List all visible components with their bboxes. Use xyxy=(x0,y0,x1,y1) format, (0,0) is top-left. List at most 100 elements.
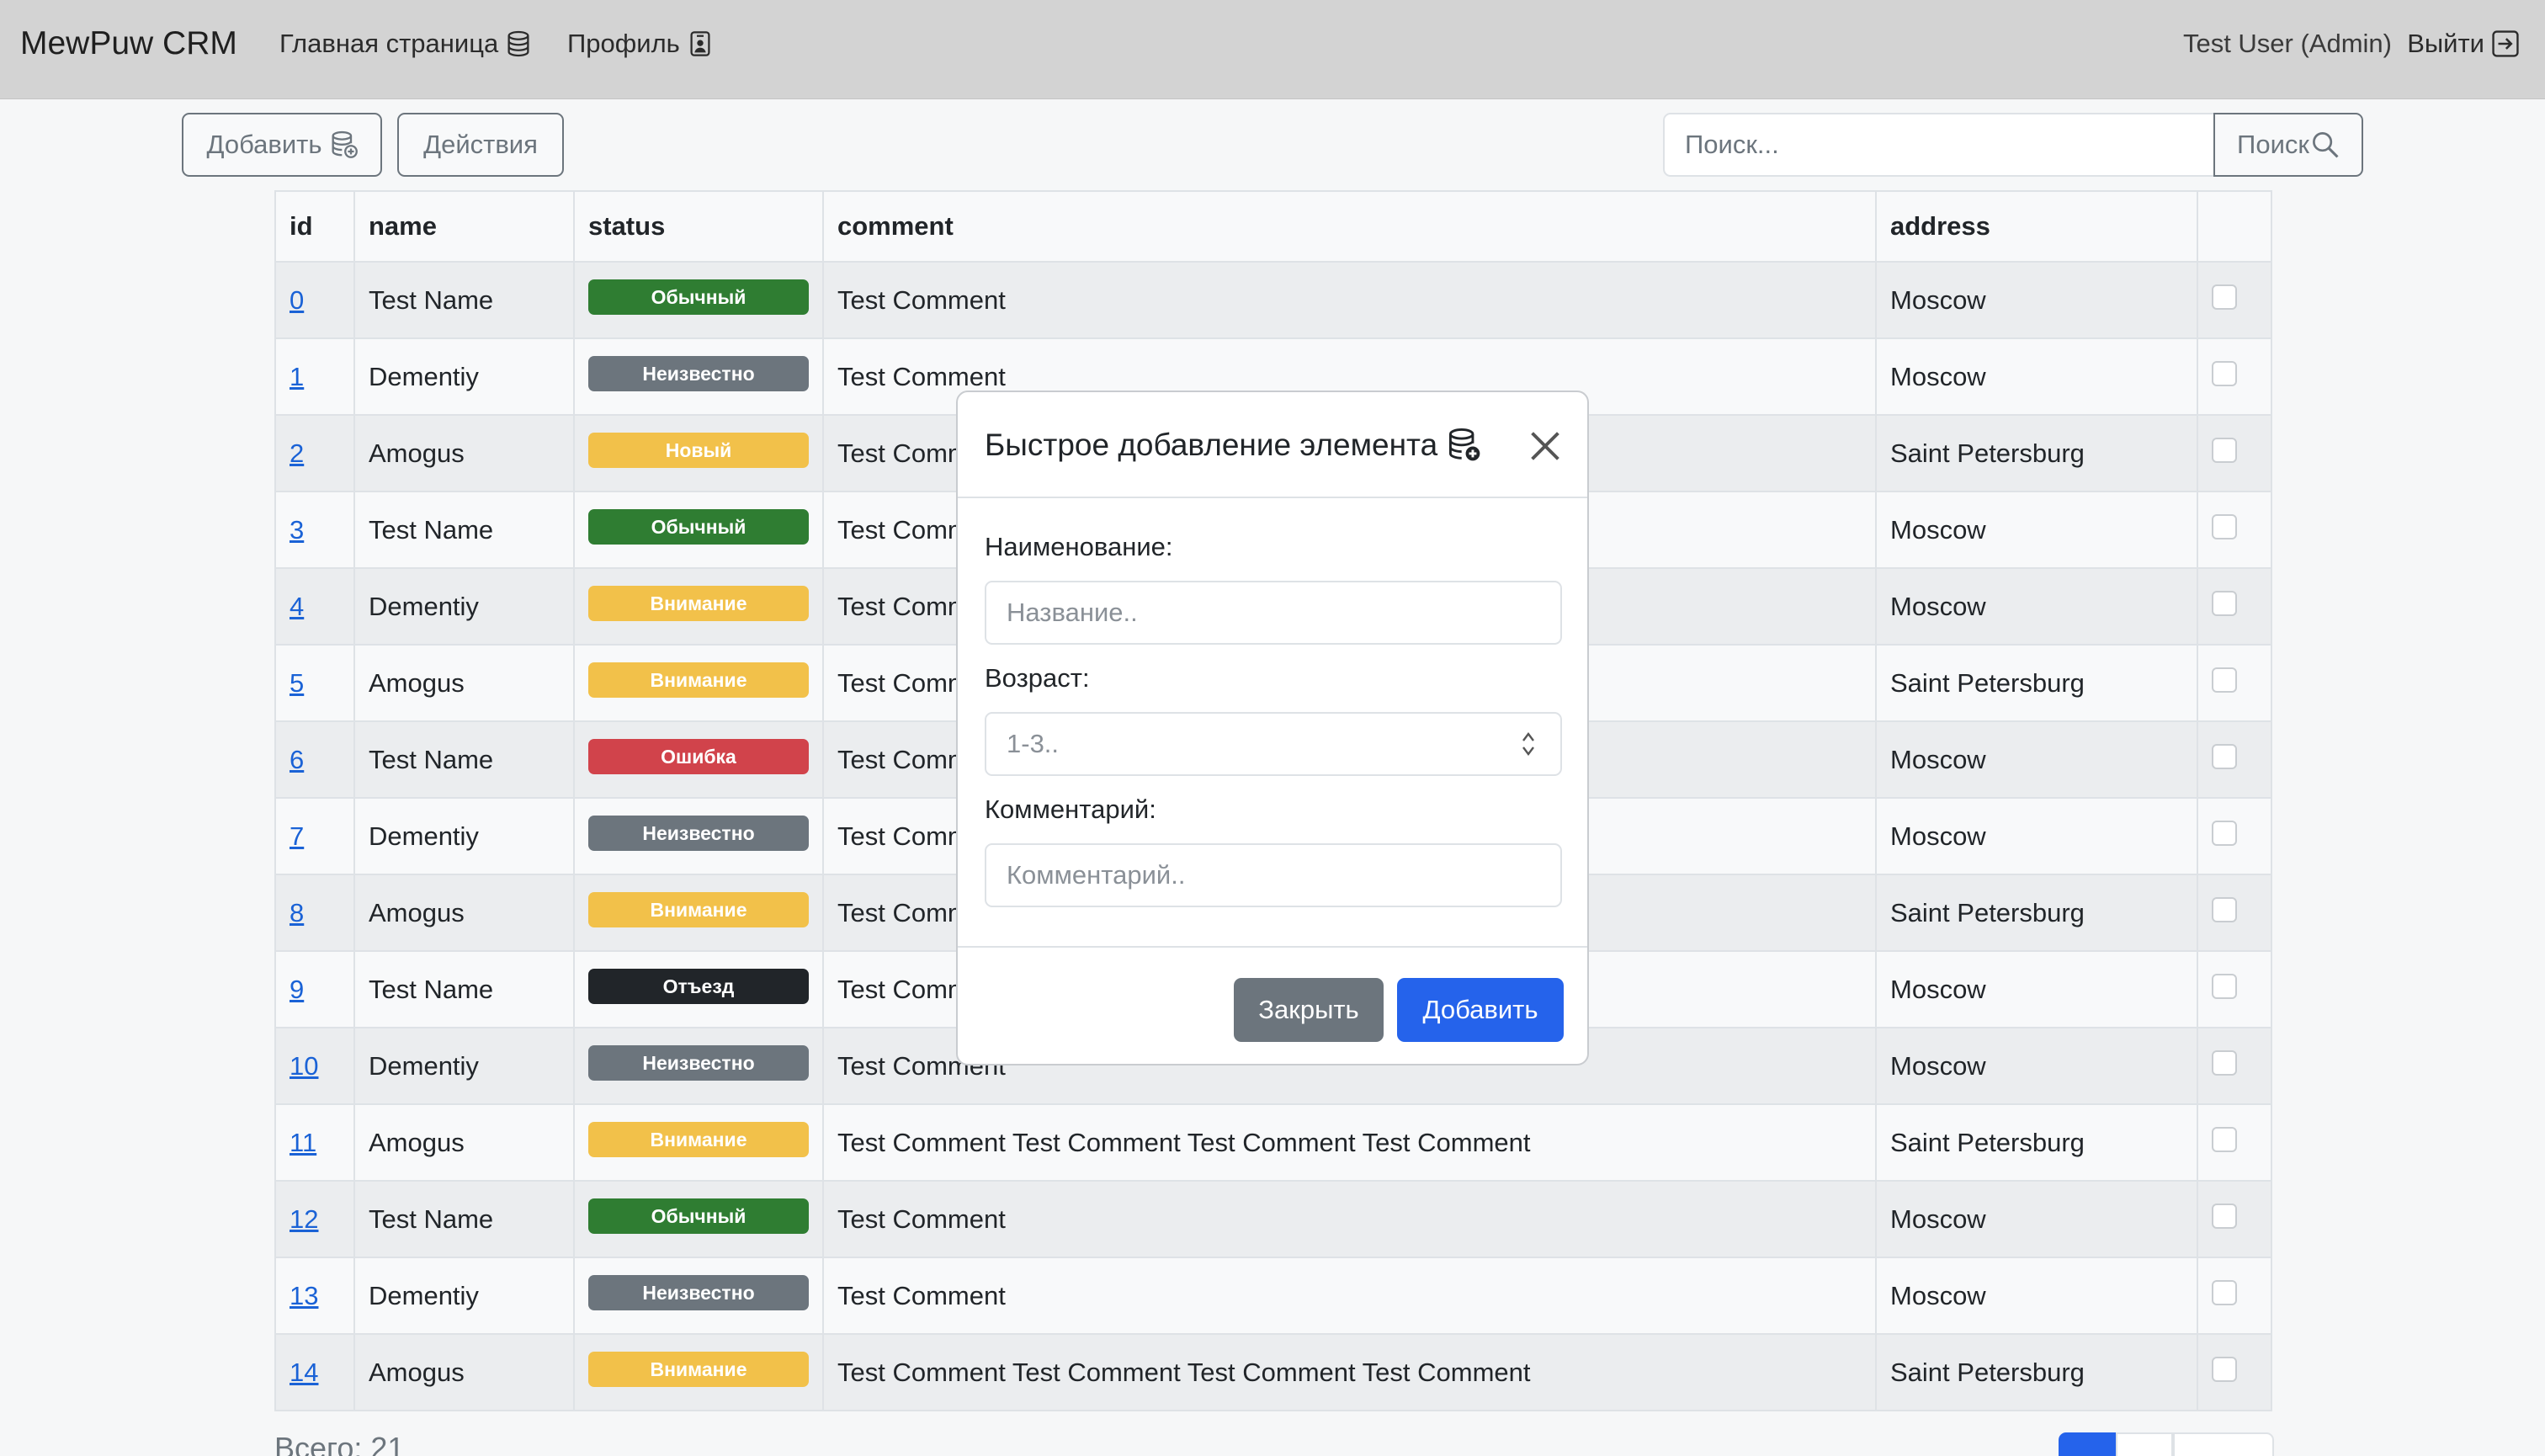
row-id-link[interactable]: 8 xyxy=(290,898,304,927)
row-checkbox[interactable] xyxy=(2212,284,2237,310)
row-id-link[interactable]: 7 xyxy=(290,821,304,851)
search-placeholder: Поиск... xyxy=(1685,130,1779,159)
row-id-link[interactable]: 12 xyxy=(290,1204,318,1234)
row-id-link[interactable]: 9 xyxy=(290,975,304,1004)
cell-status: Внимание xyxy=(573,644,824,722)
column-header-name[interactable]: name xyxy=(353,190,575,263)
actions-button-label: Действия xyxy=(423,130,538,159)
row-checkbox[interactable] xyxy=(2212,667,2237,693)
cell-status: Обычный xyxy=(573,1180,824,1258)
modal-close-button[interactable]: Закрыть xyxy=(1234,978,1384,1042)
row-checkbox[interactable] xyxy=(2212,1126,2237,1152)
close-icon[interactable] xyxy=(1527,428,1564,465)
cell-comment: Test Comment Test Comment Test Comment T… xyxy=(822,1103,1877,1182)
row-id-link[interactable]: 3 xyxy=(290,515,304,545)
pagination-next[interactable] xyxy=(2173,1432,2274,1456)
status-badge: Внимание xyxy=(588,1122,809,1157)
column-header-id[interactable]: id xyxy=(274,190,355,263)
status-badge: Неизвестно xyxy=(588,1045,809,1081)
row-checkbox[interactable] xyxy=(2212,973,2237,999)
cell-status: Неизвестно xyxy=(573,337,824,416)
cell-name: Amogus xyxy=(353,644,575,722)
row-id-link[interactable]: 6 xyxy=(290,745,304,774)
name-input[interactable]: Название.. xyxy=(985,581,1562,645)
row-id-link[interactable]: 1 xyxy=(290,362,304,391)
comment-field-label: Комментарий: xyxy=(985,794,1156,824)
modal-title-text: Быстрое добавление элемента xyxy=(985,428,1438,462)
row-id-link[interactable]: 4 xyxy=(290,592,304,621)
cell-name: Test Name xyxy=(353,261,575,339)
database-icon xyxy=(507,30,529,57)
cell-select xyxy=(2197,1027,2272,1105)
row-id-link[interactable]: 13 xyxy=(290,1281,318,1310)
nav-profile-link[interactable]: Профиль xyxy=(567,24,712,64)
cell-address: Moscow xyxy=(1875,1257,2198,1335)
status-badge: Отъезд xyxy=(588,969,809,1004)
row-checkbox[interactable] xyxy=(2212,1049,2237,1076)
row-checkbox[interactable] xyxy=(2212,1356,2237,1382)
cell-id: 4 xyxy=(274,567,355,646)
cell-select xyxy=(2197,1180,2272,1258)
quick-add-modal: Быстрое добавление элемента Наименование… xyxy=(956,391,1589,1065)
row-id-link[interactable]: 0 xyxy=(290,285,304,315)
cell-select xyxy=(2197,261,2272,339)
cell-id: 5 xyxy=(274,644,355,722)
status-badge: Обычный xyxy=(588,279,809,315)
database-add-icon xyxy=(1449,428,1480,461)
row-id-link[interactable]: 5 xyxy=(290,668,304,698)
cell-select xyxy=(2197,644,2272,722)
pagination xyxy=(2059,1432,2274,1456)
cell-address: Saint Petersburg xyxy=(1875,644,2198,722)
cell-status: Неизвестно xyxy=(573,797,824,875)
row-checkbox[interactable] xyxy=(2212,1279,2237,1305)
actions-button[interactable]: Действия xyxy=(397,113,564,177)
nav-profile-label: Профиль xyxy=(567,29,680,58)
cell-name: Amogus xyxy=(353,874,575,952)
row-id-link[interactable]: 14 xyxy=(290,1358,318,1387)
status-badge: Внимание xyxy=(588,586,809,621)
cell-address: Moscow xyxy=(1875,1027,2198,1105)
comment-input-placeholder: Комментарий.. xyxy=(1007,860,1186,890)
cell-address: Moscow xyxy=(1875,797,2198,875)
row-id-link[interactable]: 11 xyxy=(290,1128,316,1157)
nav-home-link[interactable]: Главная страница xyxy=(279,24,530,64)
row-checkbox[interactable] xyxy=(2212,1203,2237,1229)
pagination-page-active[interactable] xyxy=(2059,1432,2116,1456)
row-checkbox[interactable] xyxy=(2212,360,2237,386)
table-header-row: id name status comment address xyxy=(274,190,2272,263)
row-checkbox[interactable] xyxy=(2212,437,2237,463)
spinner-arrows-icon[interactable] xyxy=(1520,729,1537,759)
logout-icon xyxy=(2492,30,2519,57)
row-checkbox[interactable] xyxy=(2212,513,2237,539)
database-add-icon xyxy=(332,130,358,158)
modal-add-button[interactable]: Добавить xyxy=(1397,978,1564,1042)
row-checkbox[interactable] xyxy=(2212,743,2237,769)
status-badge: Неизвестно xyxy=(588,816,809,851)
row-checkbox[interactable] xyxy=(2212,896,2237,922)
search-input[interactable]: Поиск... xyxy=(1663,113,2215,177)
age-number-input[interactable]: 1-3.. xyxy=(985,712,1562,776)
pagination-page[interactable] xyxy=(2116,1432,2173,1456)
brand-title[interactable]: MewPuw CRM xyxy=(20,20,237,67)
cell-select xyxy=(2197,1103,2272,1182)
name-field-label: Наименование: xyxy=(985,532,1173,561)
cell-name: Amogus xyxy=(353,414,575,492)
search-button[interactable]: Поиск xyxy=(2213,113,2363,177)
status-badge: Внимание xyxy=(588,1352,809,1387)
row-checkbox[interactable] xyxy=(2212,820,2237,846)
cell-address: Saint Petersburg xyxy=(1875,874,2198,952)
column-header-status[interactable]: status xyxy=(573,190,824,263)
cell-id: 10 xyxy=(274,1027,355,1105)
row-id-link[interactable]: 2 xyxy=(290,438,304,468)
row-checkbox[interactable] xyxy=(2212,590,2237,616)
column-header-select xyxy=(2197,190,2272,263)
logout-link[interactable]: Выйти xyxy=(2407,24,2520,64)
add-button[interactable]: Добавить xyxy=(182,113,382,177)
user-badge-icon xyxy=(690,31,710,56)
column-header-address[interactable]: address xyxy=(1875,190,2198,263)
table-row: 12 Test Name Обычный Test Comment Moscow xyxy=(274,1180,2272,1258)
row-id-link[interactable]: 10 xyxy=(290,1051,318,1081)
column-header-comment[interactable]: comment xyxy=(822,190,1877,263)
comment-input[interactable]: Комментарий.. xyxy=(985,843,1562,907)
cell-status: Обычный xyxy=(573,491,824,569)
